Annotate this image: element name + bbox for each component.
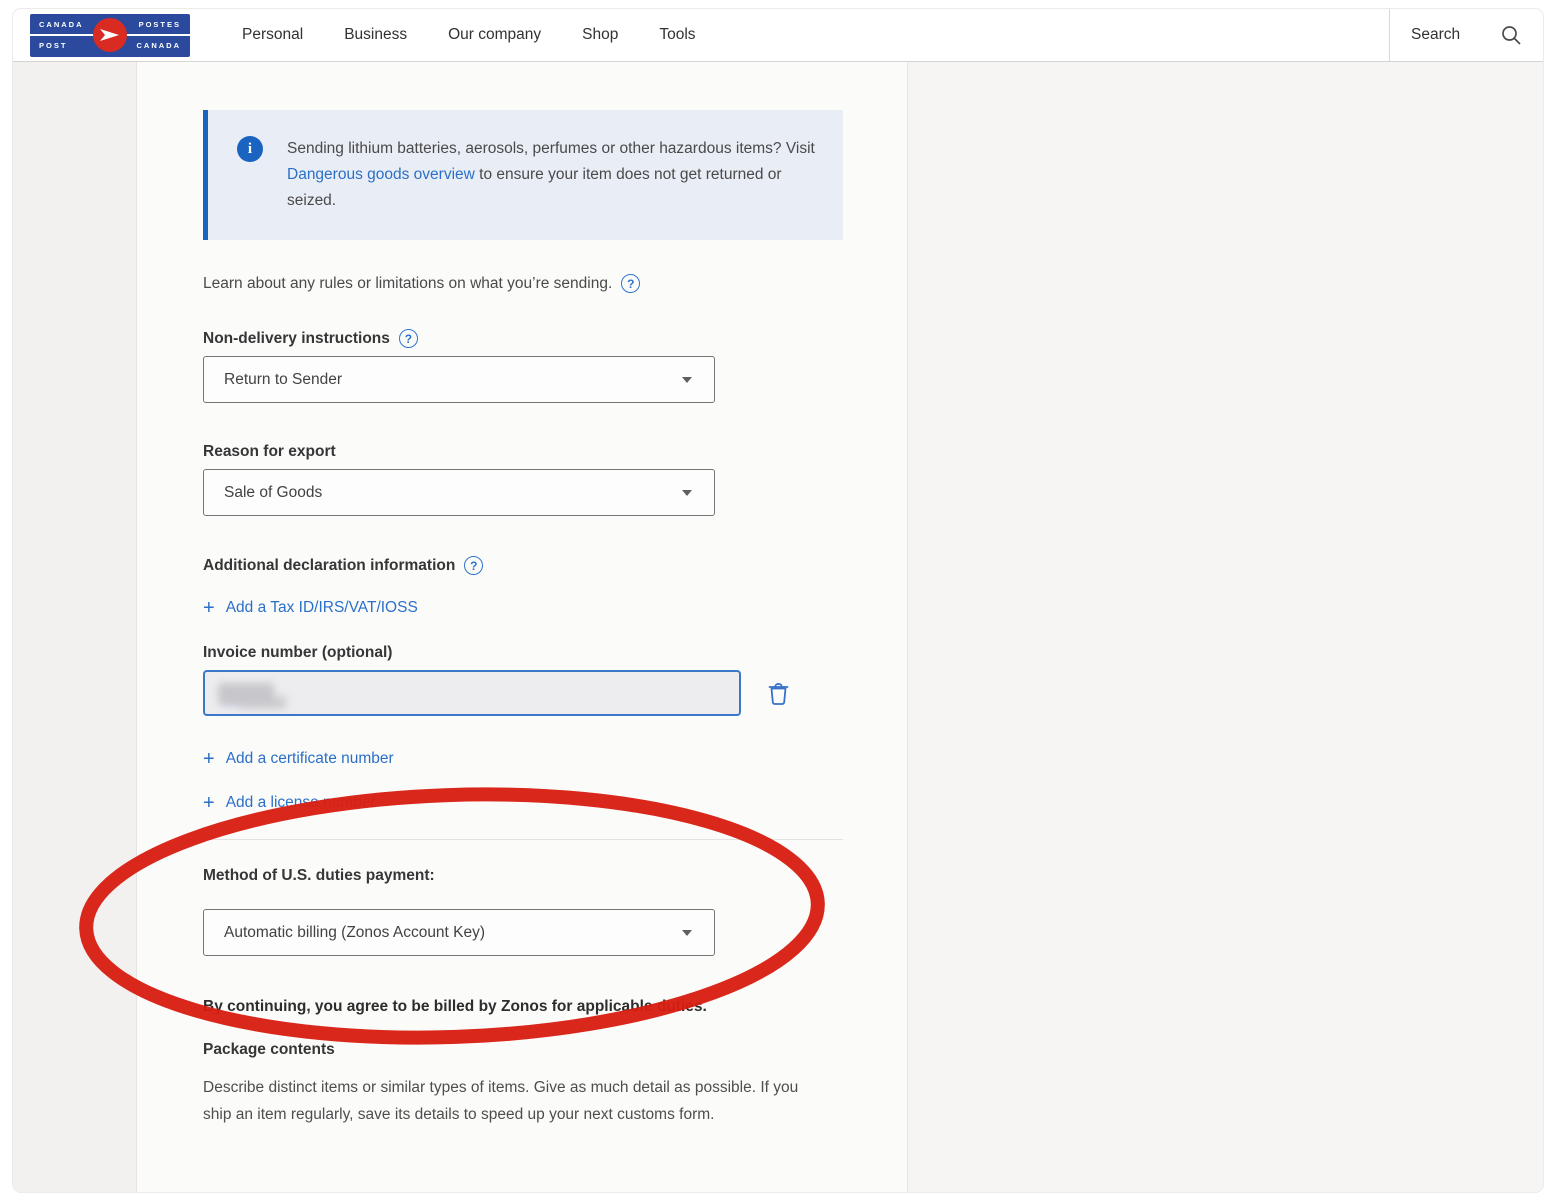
plus-icon: + — [203, 598, 215, 618]
browser-page: CANADA POSTES POST CANADA Personal Busin… — [13, 9, 1543, 1192]
canada-post-logo[interactable]: CANADA POSTES POST CANADA — [30, 14, 190, 57]
invoice-number-label: Invoice number (optional) — [203, 644, 842, 662]
duties-payment-label: Method of U.S. duties payment: — [203, 867, 842, 885]
nav-item-our-company[interactable]: Our company — [448, 26, 541, 44]
dangerous-goods-link[interactable]: Dangerous goods overview — [287, 166, 475, 183]
non-delivery-select[interactable]: Return to Sender — [203, 356, 715, 403]
chevron-down-icon — [682, 490, 692, 496]
search-icon — [1500, 24, 1522, 46]
zonos-billing-note: By continuing, you agree to be billed by… — [203, 998, 842, 1016]
alert-text: Sending lithium batteries, aerosols, per… — [287, 136, 817, 214]
invoice-number-input[interactable] — [203, 670, 741, 716]
canada-post-wing-icon — [93, 18, 127, 52]
chevron-down-icon — [682, 377, 692, 383]
left-gutter — [13, 62, 137, 1192]
nav-item-business[interactable]: Business — [344, 26, 407, 44]
reason-export-value: Sale of Goods — [224, 484, 322, 502]
logo-text-post: POST — [39, 41, 67, 50]
reason-export-label: Reason for export — [203, 443, 842, 461]
page-body: i Sending lithium batteries, aerosols, p… — [13, 62, 1543, 1192]
add-tax-id-link[interactable]: + Add a Tax ID/IRS/VAT/IOSS — [203, 598, 418, 618]
right-gutter — [908, 62, 1543, 1192]
invoice-input-row — [203, 670, 842, 716]
customs-form-panel: i Sending lithium batteries, aerosols, p… — [137, 62, 908, 1192]
help-icon[interactable]: ? — [464, 556, 483, 575]
non-delivery-label: Non-delivery instructions ? — [203, 329, 842, 348]
logo-text-postes: POSTES — [139, 20, 181, 29]
logo-text-canada-fr: CANADA — [137, 41, 182, 50]
info-icon: i — [237, 136, 263, 162]
additional-declaration-label: Additional declaration information ? — [203, 556, 842, 575]
search-label: Search — [1411, 26, 1460, 44]
section-divider — [203, 839, 843, 840]
package-contents-description: Describe distinct items or similar types… — [203, 1074, 803, 1128]
site-header: CANADA POSTES POST CANADA Personal Busin… — [13, 9, 1543, 62]
chevron-down-icon — [682, 930, 692, 936]
delete-invoice-button[interactable] — [767, 681, 790, 706]
nav-item-personal[interactable]: Personal — [242, 26, 303, 44]
reason-export-select[interactable]: Sale of Goods — [203, 469, 715, 516]
main-nav: Personal Business Our company Shop Tools — [242, 26, 696, 44]
add-license-link[interactable]: + Add a license number — [203, 793, 376, 813]
package-contents-label: Package contents — [203, 1041, 842, 1059]
dangerous-goods-alert: i Sending lithium batteries, aerosols, p… — [203, 110, 843, 240]
screenshot-root: CANADA POSTES POST CANADA Personal Busin… — [0, 0, 1556, 1202]
add-certificate-link[interactable]: + Add a certificate number — [203, 749, 394, 769]
duties-payment-select[interactable]: Automatic billing (Zonos Account Key) — [203, 909, 715, 956]
logo-text-canada: CANADA — [39, 20, 84, 29]
plus-icon: + — [203, 749, 215, 769]
duties-payment-value: Automatic billing (Zonos Account Key) — [224, 924, 485, 942]
search-button[interactable]: Search — [1389, 9, 1543, 61]
nav-item-tools[interactable]: Tools — [659, 26, 695, 44]
help-icon[interactable]: ? — [621, 274, 640, 293]
help-icon[interactable]: ? — [399, 329, 418, 348]
plus-icon: + — [203, 793, 215, 813]
invoice-value-redacted — [218, 683, 274, 704]
learn-line: Learn about any rules or limitations on … — [203, 274, 842, 293]
non-delivery-value: Return to Sender — [224, 371, 342, 389]
nav-item-shop[interactable]: Shop — [582, 26, 618, 44]
